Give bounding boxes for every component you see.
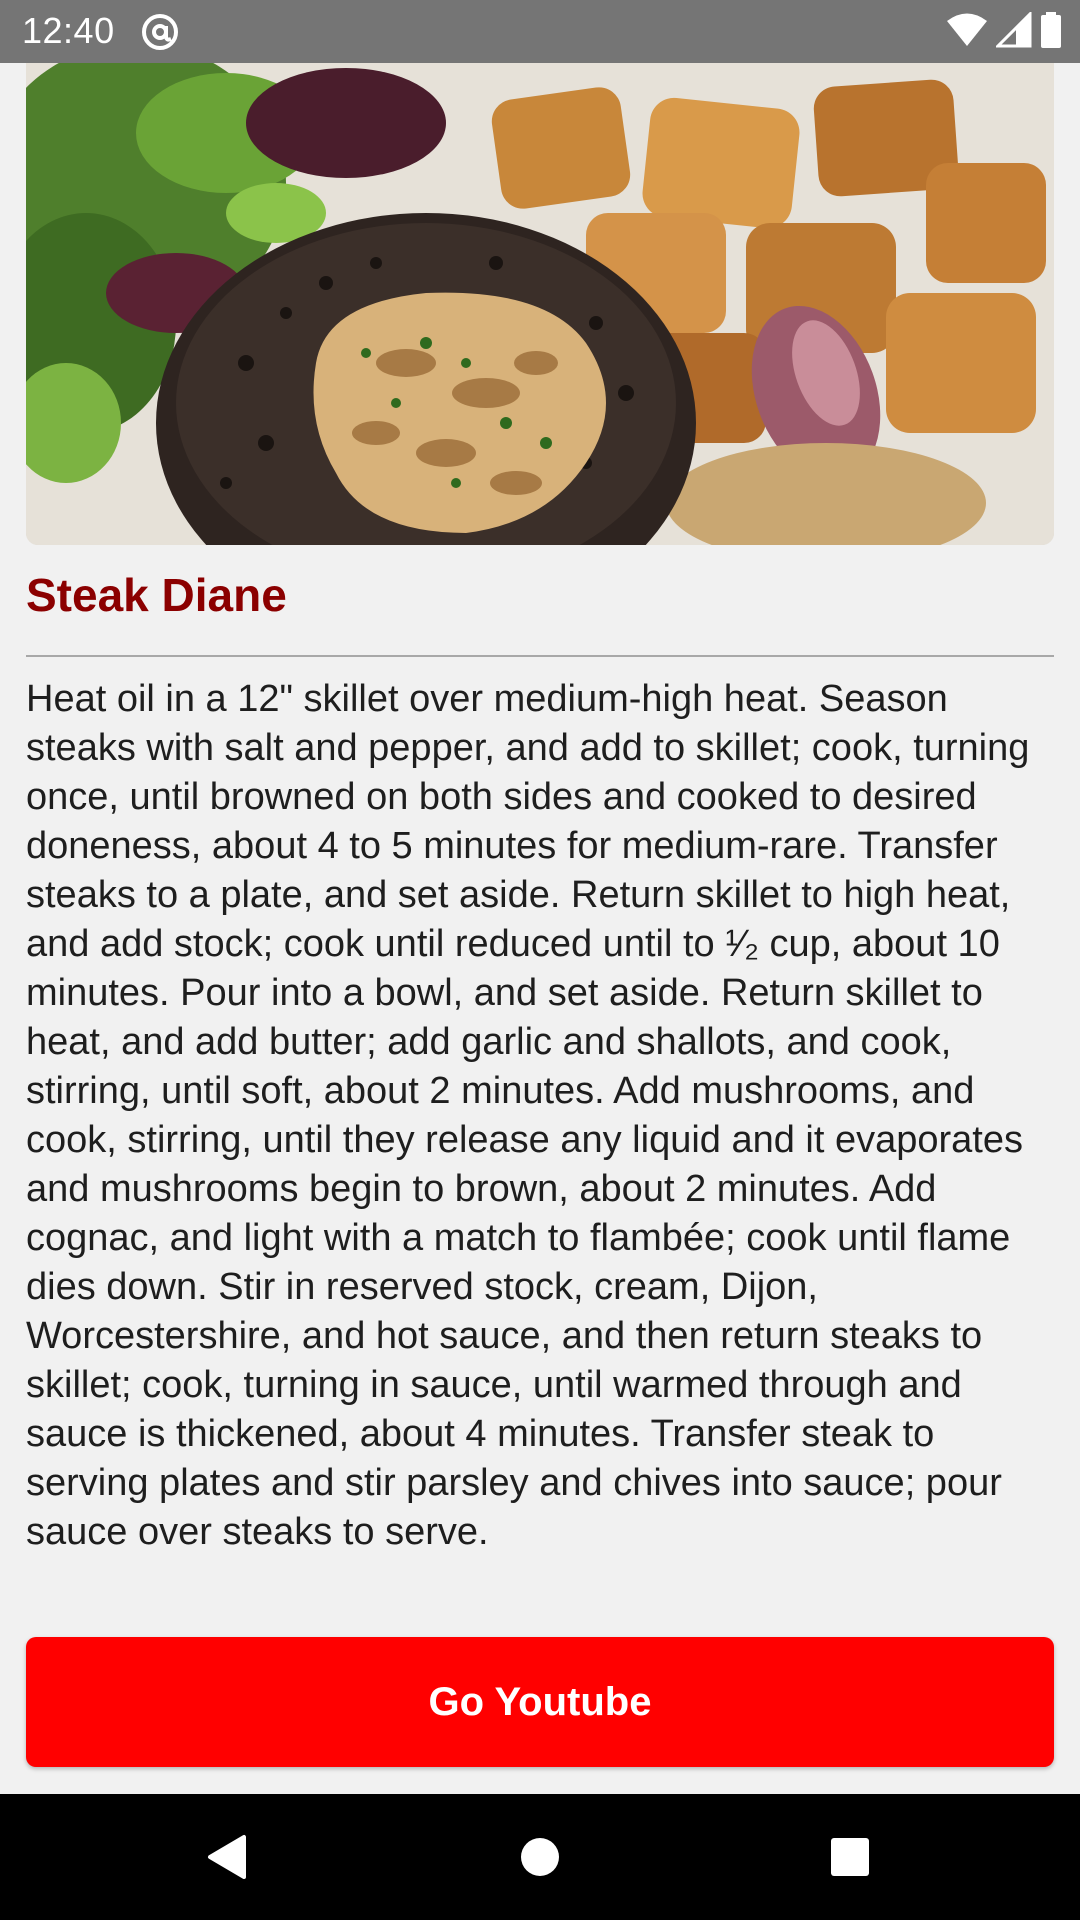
divider xyxy=(26,655,1054,657)
status-bar: 12:40 xyxy=(0,0,1080,63)
cell-signal-icon xyxy=(994,9,1032,53)
recipe-image xyxy=(26,63,1054,545)
recipe-instructions: Heat oil in a 12" skillet over medium-hi… xyxy=(26,678,1030,1553)
back-icon[interactable] xyxy=(166,1794,286,1920)
recipe-title: Steak Diane xyxy=(26,569,287,621)
go-youtube-button[interactable]: Go Youtube xyxy=(26,1637,1054,1767)
status-time: 12:40 xyxy=(22,10,115,51)
home-icon[interactable] xyxy=(480,1794,600,1920)
recents-icon[interactable] xyxy=(790,1794,910,1920)
status-icons xyxy=(946,9,1062,53)
at-sign-icon xyxy=(140,12,180,52)
wifi-icon xyxy=(946,12,988,53)
battery-icon xyxy=(1040,11,1062,53)
navigation-bar xyxy=(0,1794,1080,1920)
